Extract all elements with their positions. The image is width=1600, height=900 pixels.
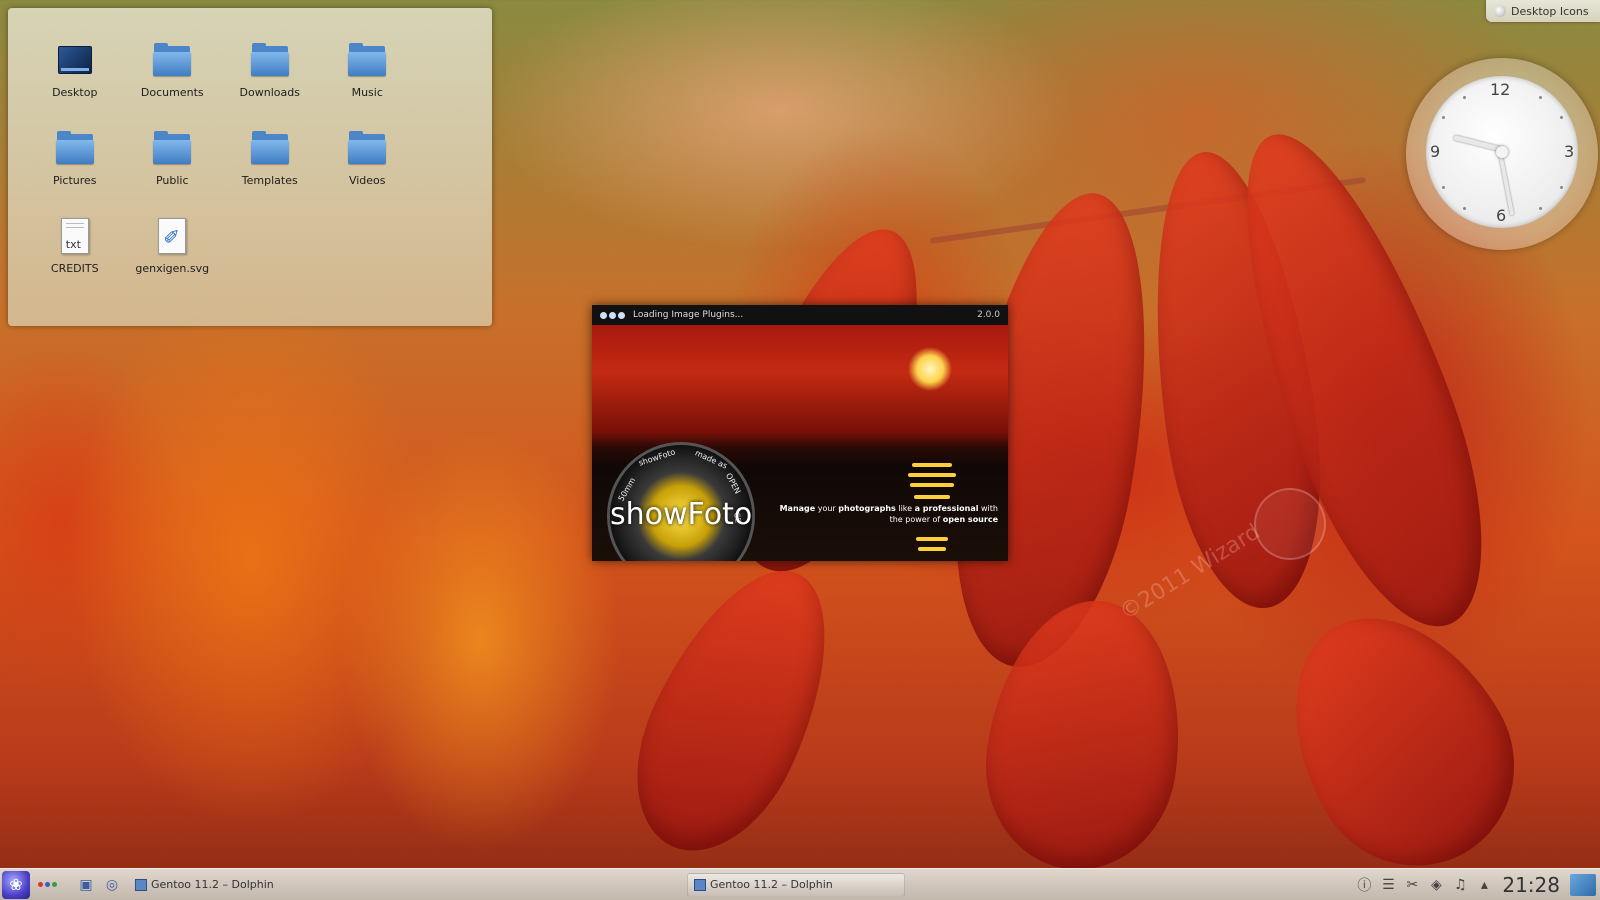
splash-version: 2.0.0: [977, 310, 1000, 320]
taskbar-panel: ❀ ▣ ◎ Gentoo 11.2 – Dolphin Gentoo 11.2 …: [0, 868, 1600, 900]
toolbox-icon: [1494, 5, 1506, 17]
window-icon: [135, 878, 147, 891]
desktop-toolbox-button[interactable]: Desktop Icons: [1486, 0, 1600, 22]
item-label: Downloads: [239, 86, 300, 99]
loading-indicator: [600, 311, 627, 319]
clock-tick: [1463, 96, 1466, 99]
pager-desktop-2[interactable]: [45, 882, 50, 887]
clock-number-6: 6: [1496, 206, 1507, 225]
clock-tick: [1539, 96, 1542, 99]
splash-tagline: Manage your photographs like a professio…: [779, 504, 998, 524]
analog-clock-widget[interactable]: 12 3 6 9: [1406, 58, 1598, 250]
show-desktop-icon[interactable]: [1570, 874, 1596, 896]
scissors-icon[interactable]: ✂: [1403, 876, 1421, 894]
klipper-icon[interactable]: ☰: [1379, 876, 1397, 894]
folder-music[interactable]: Music: [319, 42, 417, 130]
clock-tick: [1560, 186, 1563, 189]
clock-tick: [1539, 207, 1542, 210]
showfoto-splash: Loading Image Plugins... 2.0.0 showFoto …: [592, 305, 1008, 561]
item-label: Templates: [241, 174, 298, 187]
item-label: Pictures: [52, 174, 97, 187]
task-label: Gentoo 11.2 – Dolphin: [151, 878, 274, 891]
folder-icon: [347, 130, 387, 168]
desktop-pager[interactable]: [38, 882, 59, 887]
item-label: Documents: [140, 86, 204, 99]
system-tray: ⓘ ☰ ✂ ◈ ♫ ▴ 21:28: [1352, 869, 1600, 900]
leaf: [603, 542, 867, 878]
clock-tick: [1560, 116, 1563, 119]
folder-videos[interactable]: Videos: [319, 130, 417, 218]
info-icon[interactable]: ⓘ: [1355, 876, 1373, 894]
splash-status-bar: Loading Image Plugins... 2.0.0: [592, 305, 1008, 325]
item-label: Public: [155, 174, 189, 187]
file-manager-launcher-icon[interactable]: ▣: [77, 876, 95, 894]
svg-file-icon: ✐: [152, 218, 192, 256]
splash-status-text: Loading Image Plugins...: [633, 310, 744, 320]
browser-launcher-icon[interactable]: ◎: [103, 876, 121, 894]
lens-text-side: OPEN: [723, 471, 743, 496]
panel-clock[interactable]: 21:28: [1502, 873, 1560, 897]
item-label: genxigen.svg: [135, 262, 210, 275]
clock-number-9: 9: [1430, 142, 1441, 161]
task-item-dolphin-2[interactable]: Gentoo 11.2 – Dolphin: [687, 872, 905, 897]
folder-icon: [250, 42, 290, 80]
clock-tick: [1442, 186, 1445, 189]
window-icon: [694, 878, 706, 891]
file-genxigen-svg[interactable]: ✐ genxigen.svg: [124, 218, 222, 306]
task-item-dolphin-1[interactable]: Gentoo 11.2 – Dolphin: [129, 873, 347, 897]
application-launcher-button[interactable]: ❀: [2, 870, 30, 899]
splash-app-title: showFoto: [610, 497, 753, 532]
item-label: Videos: [348, 174, 386, 187]
watermark-logo: [1254, 488, 1326, 560]
folder-icon: [347, 42, 387, 80]
folder-templates[interactable]: Templates: [221, 130, 319, 218]
kde-logo-icon: ❀: [9, 875, 23, 894]
folder-icon: [250, 130, 290, 168]
folder-icon: [152, 42, 192, 80]
file-credits[interactable]: txt CREDITS: [26, 218, 124, 306]
folder-pictures[interactable]: Pictures: [26, 130, 124, 218]
folder-icon: [152, 130, 192, 168]
pager-desktop-1[interactable]: [38, 882, 43, 887]
file-type-tag: txt: [65, 238, 81, 251]
clock-number-3: 3: [1564, 142, 1575, 161]
volume-icon[interactable]: ♫: [1451, 876, 1469, 894]
network-icon[interactable]: ◈: [1427, 876, 1445, 894]
clock-number-12: 12: [1490, 80, 1511, 99]
item-label: CREDITS: [50, 262, 99, 275]
folder-downloads[interactable]: Downloads: [221, 42, 319, 130]
toolbox-label: Desktop Icons: [1511, 4, 1589, 18]
folder-view-widget[interactable]: Desktop Documents Downloads Music Pictur…: [8, 8, 492, 326]
clock-center: [1496, 146, 1508, 158]
folder-icon: [55, 130, 95, 168]
pager-desktop-3[interactable]: [52, 882, 57, 887]
item-label: Music: [351, 86, 383, 99]
expand-tray-arrow-icon[interactable]: ▴: [1475, 876, 1493, 894]
folder-desktop[interactable]: Desktop: [26, 42, 124, 130]
folder-documents[interactable]: Documents: [124, 42, 222, 130]
task-label: Gentoo 11.2 – Dolphin: [710, 878, 833, 891]
clock-face: 12 3 6 9: [1426, 76, 1578, 228]
clock-tick: [1463, 207, 1466, 210]
item-label: Desktop: [52, 86, 98, 99]
folder-public[interactable]: Public: [124, 130, 222, 218]
leaf: [1248, 577, 1552, 900]
clock-tick: [1442, 116, 1445, 119]
desktop-folder-icon: [55, 42, 95, 80]
text-file-icon: txt: [55, 218, 95, 256]
